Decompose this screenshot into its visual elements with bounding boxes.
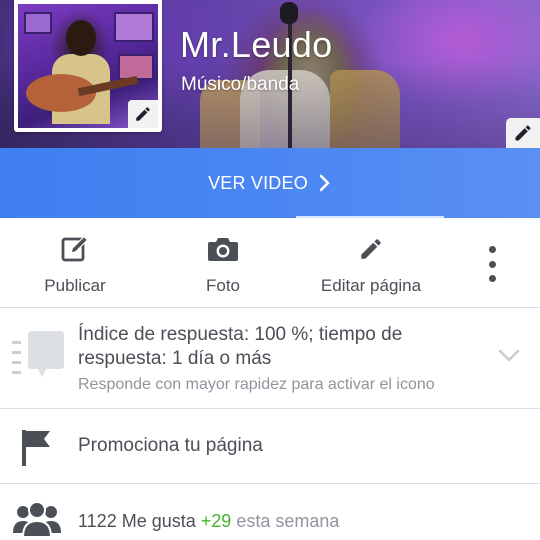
compose-icon (58, 232, 92, 266)
watch-video-button[interactable]: VER VIDEO (0, 148, 540, 218)
more-dot (488, 246, 496, 253)
page-actions-bar: Publicar Foto Editar página (0, 218, 540, 308)
edit-cover-button[interactable] (506, 118, 540, 148)
camera-icon (206, 232, 240, 266)
edit-page-button[interactable]: Editar página (315, 232, 427, 296)
edit-profile-picture-button[interactable] (128, 100, 158, 128)
publish-label: Publicar (44, 276, 106, 295)
promote-page-row[interactable]: Promociona tu página (0, 410, 540, 484)
photo-label: Foto (205, 276, 241, 295)
pencil-icon (136, 107, 150, 121)
chevron-right-icon (318, 174, 332, 192)
likes-weekly-gain: +29 (200, 511, 232, 531)
promote-page-label: Promociona tu página (78, 435, 263, 456)
chevron-down-icon[interactable] (498, 349, 520, 368)
publish-button[interactable]: Publicar (40, 232, 110, 296)
page-category[interactable]: Músico/banda (181, 74, 299, 96)
photo-button[interactable]: Foto (196, 232, 250, 296)
pencil-icon (515, 125, 531, 141)
response-rate-hint: Responde con mayor rapidez para activar … (78, 376, 435, 393)
profile-bg-screen (114, 12, 154, 42)
page-likes-row[interactable]: 1122 Me gusta +29 esta semana (0, 485, 540, 540)
likes-period: esta semana (236, 511, 340, 531)
profile-head (66, 20, 96, 56)
edit-page-label: Editar página (320, 276, 422, 295)
response-rate-row[interactable]: Índice de respuesta: 100 %; tiempo de re… (0, 309, 540, 409)
more-dot (488, 260, 496, 268)
more-vertical-icon[interactable] (480, 246, 504, 282)
page-likes-summary: 1122 Me gusta +29 esta semana (78, 511, 339, 532)
people-icon (12, 499, 62, 540)
profile-picture[interactable] (14, 0, 162, 132)
likes-count: 1122 Me gusta (78, 511, 196, 531)
chat-bubbles-icon (12, 331, 66, 392)
more-dot (488, 275, 496, 282)
response-rate-title: Índice de respuesta: 100 %; tiempo de re… (78, 324, 403, 369)
page-title: Mr.Leudo (180, 24, 333, 65)
profile-bg-screen (24, 12, 52, 34)
flag-icon (20, 428, 54, 473)
pencil-icon (354, 232, 388, 266)
watch-video-label: VER VIDEO (208, 172, 308, 193)
